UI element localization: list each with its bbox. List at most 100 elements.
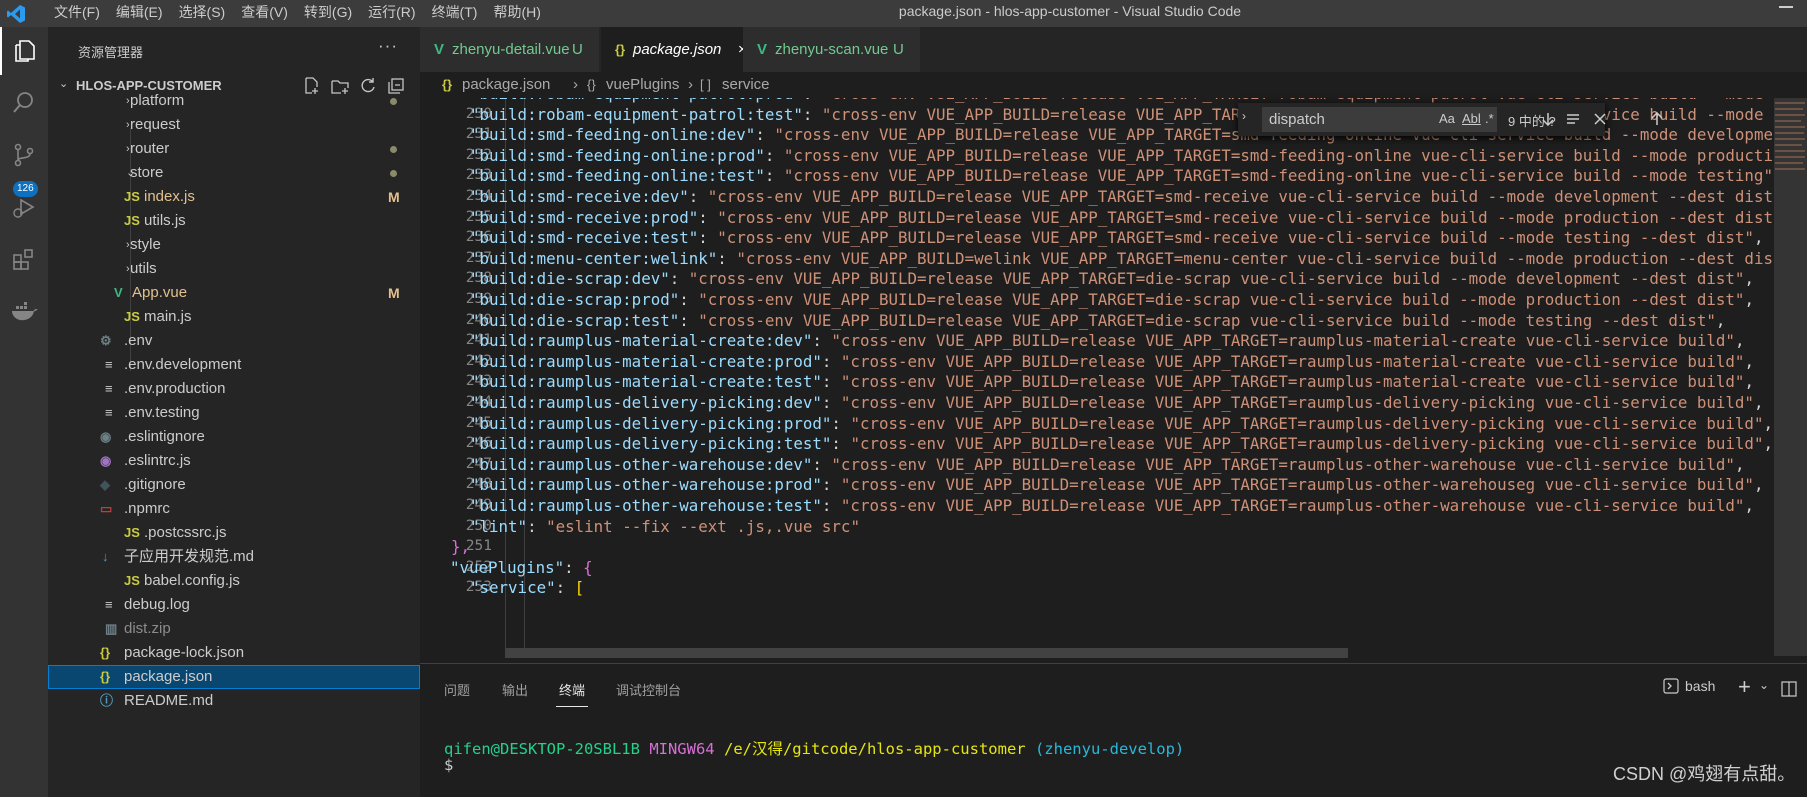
tab-problems[interactable]: 问题: [444, 680, 470, 699]
code-line: "build:die-scrap:prod": "cross-env VUE_A…: [470, 290, 1754, 309]
file-tree-item[interactable]: ≡ debug.log: [48, 593, 420, 617]
editor-tab[interactable]: {}package.json×: [601, 27, 766, 72]
json-key: "build:smd-feeding-online:test": [470, 166, 765, 186]
find-input[interactable]: dispatch Aa Abl .*: [1262, 107, 1497, 132]
json-key: "build:raumplus-other-warehouse:prod": [470, 475, 822, 495]
terminal-cursor[interactable]: $: [444, 756, 453, 774]
code-line: "build:menu-center:welink": "cross-env V…: [470, 248, 1802, 268]
tab-terminal[interactable]: 终端: [559, 680, 585, 699]
explorer-icon[interactable]: [0, 27, 48, 75]
file-tree-item[interactable]: {} package.json: [48, 665, 420, 689]
toggle-replace-icon[interactable]: ›: [1242, 109, 1246, 123]
file-tree-item[interactable]: ⓘ README.md: [48, 689, 420, 713]
eslint-file-icon: ◉: [100, 453, 112, 468]
menu-item[interactable]: 查看(V): [233, 0, 296, 27]
split-terminal-icon[interactable]: [1781, 681, 1797, 697]
file-tree-item[interactable]: ▭ .npmrc: [48, 497, 420, 521]
close-icon[interactable]: [1590, 109, 1610, 129]
file-tree-item[interactable]: {} package-lock.json: [48, 641, 420, 665]
menu-item[interactable]: 运行(R): [360, 0, 423, 27]
json-value: "cross-env VUE_APP_BUILD=release VUE_APP…: [783, 166, 1773, 186]
file-tree-item[interactable]: › utils: [48, 257, 420, 281]
file-tree-item[interactable]: ◉ .eslintignore: [48, 425, 420, 449]
prompt-user: qifen@DESKTOP-20SBL1B: [444, 740, 640, 758]
file-tree-item[interactable]: JS index.js M: [48, 185, 420, 209]
minimap[interactable]: [1772, 98, 1807, 656]
file-tree-item[interactable]: › platform: [48, 89, 420, 113]
json-icon: {}: [442, 77, 453, 92]
json-key: "vuePlugins": [450, 557, 565, 577]
json-value: "cross-env VUE_APP_BUILD=release VUE_APP…: [698, 290, 1745, 309]
file-tree-item[interactable]: V App.vue M: [48, 281, 420, 305]
prompt-env: MINGW64: [649, 740, 715, 758]
json-value: "cross-env VUE_APP_BUILD=release VUE_APP…: [717, 228, 1754, 248]
match-case-icon[interactable]: Aa: [1439, 111, 1455, 126]
new-terminal-icon[interactable]: +: [1738, 674, 1751, 700]
menu-item[interactable]: 选择(S): [171, 0, 234, 27]
editor-tab[interactable]: Vzhenyu-detail.vue U: [420, 27, 600, 72]
file-tree-item[interactable]: ≡ .env.development: [48, 353, 420, 377]
file-tree-item[interactable]: ⌄ store: [48, 161, 420, 185]
extensions-icon[interactable]: [0, 235, 48, 283]
regex-icon[interactable]: .*: [1485, 111, 1494, 126]
menu-bar: 文件(F) 编辑(E) 选择(S) 查看(V) 转到(G) 运行(R) 终端(T) 帮助(H): [46, 0, 549, 27]
file-tree-item-label: .gitignore: [124, 476, 186, 493]
file-tree-item[interactable]: ≡ .env.testing: [48, 401, 420, 425]
json-value: "cross-env VUE_APP_BUILD=release VUE_APP…: [698, 310, 1716, 330]
json-value: "cross-env VUE_APP_BUILD=release VUE_APP…: [783, 145, 1802, 165]
json-key: "build:smd-feeding-online:dev": [470, 125, 756, 145]
editor-tab[interactable]: Vzhenyu-scan.vue U: [743, 27, 921, 72]
code-line: "build:raumplus-other-warehouse:prod": "…: [470, 475, 1764, 495]
code-line: "build:robam-equipment-patrol:prod": "cr…: [470, 98, 1807, 103]
terminal-selector[interactable]: bash: [1663, 678, 1715, 694]
minimize-icon[interactable]: [1779, 6, 1793, 8]
breadcrumb-node-service[interactable]: service: [722, 72, 770, 98]
json-value: "cross-env VUE_APP_BUILD=release VUE_APP…: [840, 475, 1754, 495]
file-tree-item[interactable]: › request: [48, 113, 420, 137]
menu-item[interactable]: 终端(T): [424, 0, 486, 27]
breadcrumb-file[interactable]: package.json: [462, 72, 550, 98]
code-editor[interactable]: 229"build:robam-equipment-patrol:prod": …: [420, 98, 1807, 656]
code-line: "build:raumplus-other-warehouse:dev": "c…: [470, 454, 1745, 474]
file-tree-item-label: .env: [124, 332, 153, 349]
file-tree-item[interactable]: ◉ .eslintrc.js: [48, 449, 420, 473]
menu-item[interactable]: 帮助(H): [485, 0, 548, 27]
json-key: "build:robam-equipment-patrol:prod": [470, 98, 803, 103]
file-tree-item[interactable]: ▥ dist.zip: [48, 617, 420, 641]
previous-match-icon[interactable]: [1647, 109, 1667, 129]
find-in-selection-icon[interactable]: [1563, 109, 1583, 129]
docker-icon[interactable]: [0, 287, 48, 335]
tab-output[interactable]: 输出: [502, 680, 528, 699]
whole-word-icon[interactable]: Abl: [1462, 111, 1481, 126]
menu-item[interactable]: 转到(G): [296, 0, 360, 27]
more-actions-icon[interactable]: ···: [378, 36, 398, 56]
file-tree-item[interactable]: JS utils.js: [48, 209, 420, 233]
npm-file-icon: ▭: [100, 501, 113, 516]
code-line: "build:smd-feeding-online:test": "cross-…: [470, 166, 1782, 186]
file-tree-item[interactable]: › router: [48, 137, 420, 161]
chevron-down-icon[interactable]: ⌄: [1759, 678, 1769, 692]
file-tree-item[interactable]: ◆ .gitignore: [48, 473, 420, 497]
code-line: "build:smd-receive:prod": "cross-env VUE…: [470, 207, 1792, 227]
run-debug-icon[interactable]: [0, 183, 48, 231]
file-tree-item[interactable]: ≡ .env.production: [48, 377, 420, 401]
code-line: "build:raumplus-material-create:test": "…: [470, 372, 1754, 392]
search-icon[interactable]: [0, 79, 48, 127]
file-tree-item[interactable]: › style: [48, 233, 420, 257]
horizontal-scrollbar[interactable]: [505, 648, 1348, 658]
menu-item[interactable]: 编辑(E): [108, 0, 171, 27]
source-control-icon[interactable]: [0, 131, 48, 179]
breadcrumb-node-vueplugins[interactable]: vuePlugins: [606, 72, 679, 98]
js-file-icon: JS: [124, 189, 140, 204]
file-tree-item-label: package-lock.json: [124, 644, 245, 661]
file-tree-item[interactable]: JS babel.config.js: [48, 569, 420, 593]
file-tree-item[interactable]: ↓ 子应用开发规范.md: [48, 545, 420, 569]
json-value: "cross-env VUE_APP_BUILD=release VUE_APP…: [840, 351, 1745, 371]
file-tree-item[interactable]: JS main.js: [48, 305, 420, 329]
file-tree-item[interactable]: JS .postcssrc.js: [48, 521, 420, 545]
json-key: "build:die-scrap:test": [470, 310, 680, 330]
tab-debug-console[interactable]: 调试控制台: [616, 680, 681, 699]
file-tree-item[interactable]: ⚙ .env: [48, 329, 420, 353]
menu-item[interactable]: 文件(F): [46, 0, 108, 27]
next-match-icon[interactable]: [1538, 109, 1558, 129]
